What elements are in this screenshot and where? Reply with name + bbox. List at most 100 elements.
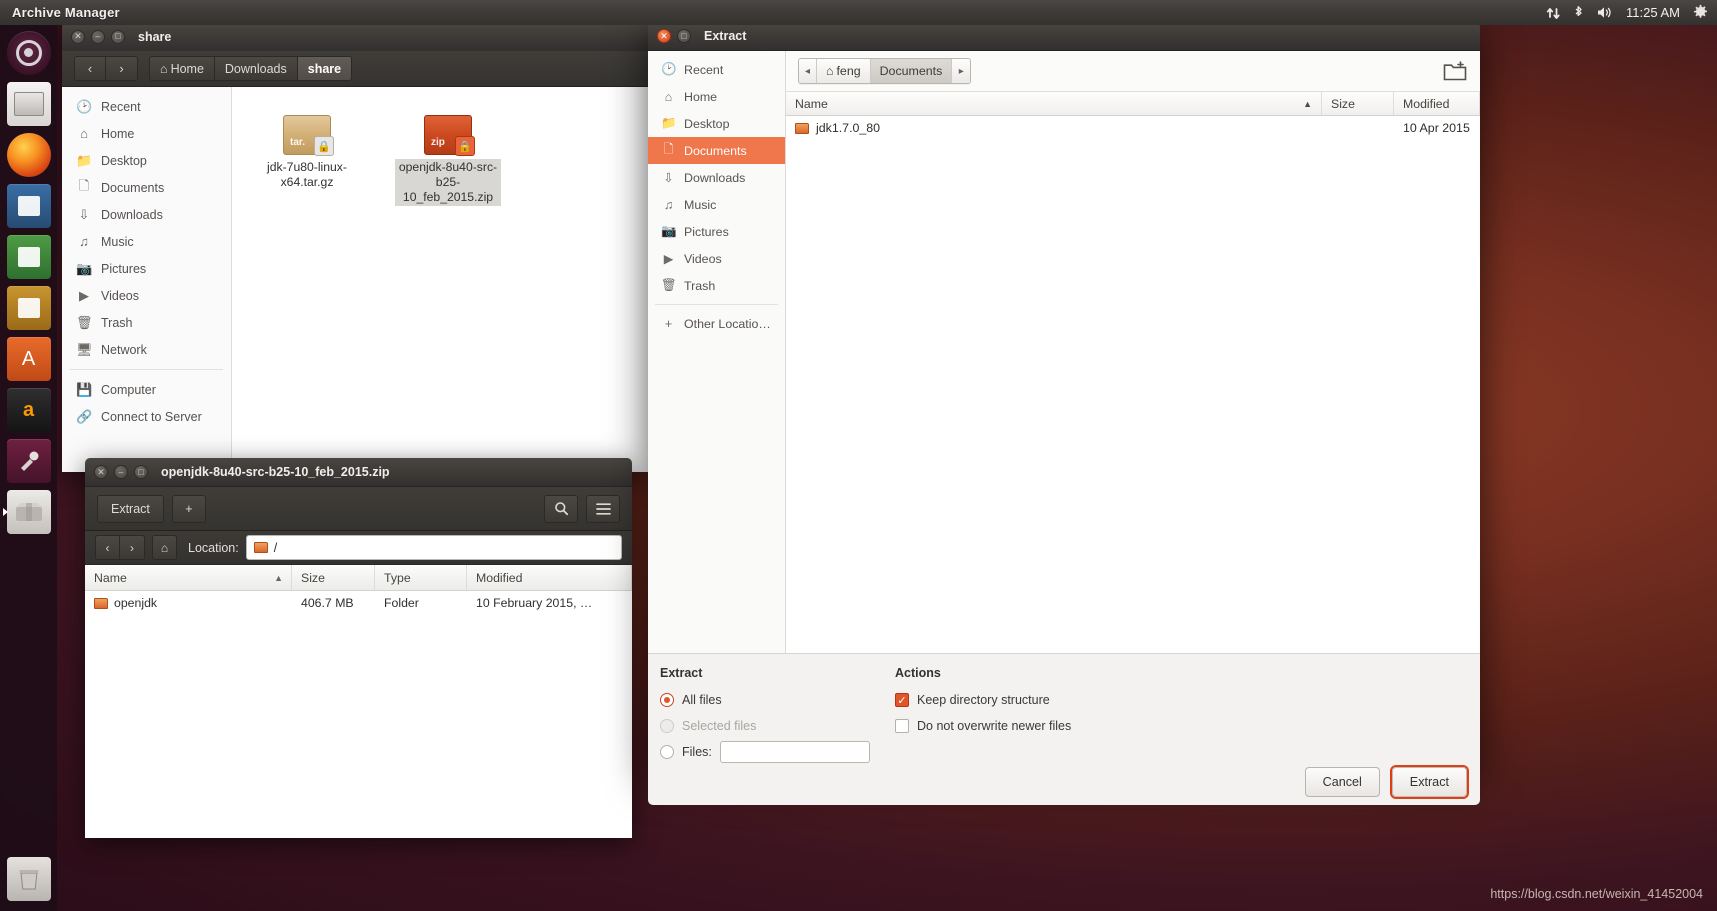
add-files-button[interactable]: + [172,495,206,523]
nautilus-window[interactable]: ✕ – □ share ‹ › ⌂ Home Downloads share 🕑… [62,22,652,472]
sidebar-item-downloads[interactable]: ⇩Downloads [62,201,231,228]
extract-dialog-titlebar[interactable]: ✕ □ Extract [648,22,1480,51]
launcher-item-dash-home[interactable] [7,31,51,75]
sidebar-item-videos[interactable]: ▶Videos [62,282,231,309]
file-item-zip[interactable]: zip🔒 openjdk-8u40-src-b25-10_feb_2015.zi… [395,103,501,206]
column-header-name[interactable]: Name ▲ [786,92,1322,115]
archive-contents-list[interactable]: Name ▲ Size Type Modified openjdk 406.7 … [85,565,632,838]
network-indicator-icon[interactable] [1546,6,1561,20]
archive-manager-titlebar[interactable]: ✕ – □ openjdk-8u40-src-b25-10_feb_2015.z… [85,458,632,487]
sidebar-item-documents[interactable]: 🗋Documents [62,174,231,201]
close-icon[interactable]: ✕ [94,465,108,479]
cancel-button[interactable]: Cancel [1305,767,1380,797]
column-header-size[interactable]: Size [292,565,375,590]
sidebar-item-videos[interactable]: ▶Videos [648,245,785,272]
nautilus-title: share [138,30,171,44]
clock[interactable]: 11:25 AM [1626,5,1680,20]
launcher-item-firefox[interactable] [7,133,51,177]
archive-manager-window[interactable]: ✕ – □ openjdk-8u40-src-b25-10_feb_2015.z… [85,458,632,838]
close-icon[interactable]: ✕ [657,29,671,43]
radio-all-files[interactable]: All files [660,687,880,713]
extract-button[interactable]: Extract [97,495,164,523]
sidebar-item-connect-to-server[interactable]: 🔗Connect to Server [62,403,231,430]
list-item[interactable]: jdk1.7.0_80 10 Apr 2015 [786,116,1480,140]
extract-file-list[interactable]: jdk1.7.0_80 10 Apr 2015 [786,116,1480,653]
bluetooth-indicator-icon[interactable] [1573,5,1584,20]
sidebar-item-pictures[interactable]: 📷Pictures [62,255,231,282]
sidebar-item-desktop[interactable]: 📁Desktop [648,110,785,137]
am-forward-button[interactable]: › [120,535,145,560]
maximize-icon[interactable]: □ [134,465,148,479]
sidebar-item-music[interactable]: ♫Music [62,228,231,255]
gear-icon[interactable] [1692,4,1709,21]
launcher-item-files[interactable] [7,82,51,126]
sidebar-item-trash[interactable]: 🗑Trash [648,272,785,299]
forward-button[interactable]: › [106,56,138,81]
breadcrumb-share[interactable]: share [298,56,352,81]
lock-icon: 🔒 [455,136,475,156]
sidebar-item-recent[interactable]: 🕑Recent [648,56,785,83]
extract-button[interactable]: Extract [1392,767,1467,797]
nautilus-titlebar[interactable]: ✕ – □ share [62,22,652,51]
launcher-item-system-settings[interactable] [7,439,51,483]
column-header-name[interactable]: Name ▲ [85,565,292,590]
path-item-documents[interactable]: Documents [871,59,953,83]
files-pattern-input[interactable] [720,741,870,763]
launcher-item-libreoffice-impress[interactable] [7,286,51,330]
radio-selected-files[interactable]: Selected files [660,713,880,739]
volume-indicator-icon[interactable] [1596,5,1614,20]
sidebar-item-desktop[interactable]: 📁Desktop [62,147,231,174]
sidebar-item-computer[interactable]: 💾Computer [62,376,231,403]
home-icon: ⌂ [826,64,833,78]
minimize-icon[interactable]: – [91,30,105,44]
sidebar-item-music[interactable]: ♫Music [648,191,785,218]
file-item-tar[interactable]: tar.🔒 jdk-7u80-linux-x64.tar.gz [254,103,360,191]
sidebar-item-recent[interactable]: 🕑Recent [62,93,231,120]
minimize-icon[interactable]: – [114,465,128,479]
sidebar-item-network[interactable]: 🖥Network [62,336,231,363]
sidebar-item-home[interactable]: ⌂Home [62,120,231,147]
column-header-modified[interactable]: Modified [1394,92,1480,115]
launcher-item-libreoffice-writer[interactable] [7,184,51,228]
breadcrumb-downloads[interactable]: Downloads [215,56,298,81]
breadcrumb-home[interactable]: ⌂ Home [149,56,215,81]
sidebar-item-pictures[interactable]: 📷Pictures [648,218,785,245]
sidebar-item-downloads[interactable]: ⇩Downloads [648,164,785,191]
maximize-icon[interactable]: □ [111,30,125,44]
location-input[interactable]: / [246,535,622,560]
checkbox-do-not-overwrite[interactable]: Do not overwrite newer files [895,713,1071,739]
search-icon[interactable] [544,495,578,523]
sidebar-item-trash[interactable]: 🗑Trash [62,309,231,336]
checkbox-keep-directory-structure[interactable]: ✓ Keep directory structure [895,687,1071,713]
path-prev-button[interactable]: ◂ [799,59,817,83]
new-folder-icon[interactable] [1443,61,1468,82]
column-header-size[interactable]: Size [1322,92,1394,115]
sidebar-item-home[interactable]: ⌂Home [648,83,785,110]
column-header-modified[interactable]: Modified [467,565,632,590]
launcher-item-amazon[interactable]: a [7,388,51,432]
launcher-item-archive-manager[interactable] [7,490,51,534]
maximize-icon[interactable]: □ [677,29,691,43]
sidebar-item-other-locations[interactable]: +Other Locatio… [648,310,785,337]
column-header-type[interactable]: Type [375,565,467,590]
extract-dialog[interactable]: ✕ □ Extract 🕑Recent ⌂Home 📁Desktop 🗋Docu… [648,22,1480,772]
path-item-feng[interactable]: ⌂ feng [817,59,871,83]
path-next-button[interactable]: ▸ [952,59,970,83]
radio-files-pattern[interactable]: Files: [660,739,880,765]
home-icon: ⌂ [76,126,92,141]
nautilus-file-area[interactable]: tar.🔒 jdk-7u80-linux-x64.tar.gz zip🔒 ope… [232,87,652,472]
back-button[interactable]: ‹ [74,56,106,81]
launcher-item-ubuntu-software[interactable]: A [7,337,51,381]
table-row[interactable]: openjdk 406.7 MB Folder 10 February 2015… [85,591,632,615]
panel-app-title[interactable]: Archive Manager [12,5,120,20]
radio-files-label: Files: [682,745,712,759]
extract-dialog-title: Extract [704,29,746,43]
am-back-button[interactable]: ‹ [95,535,120,560]
launcher-item-trash[interactable] [7,857,51,901]
trash-icon: 🗑 [76,315,92,331]
launcher-item-libreoffice-calc[interactable] [7,235,51,279]
home-icon[interactable]: ⌂ [152,535,177,560]
close-icon[interactable]: ✕ [71,30,85,44]
sidebar-item-documents[interactable]: 🗋Documents [648,137,785,164]
hamburger-menu-icon[interactable] [586,495,620,523]
